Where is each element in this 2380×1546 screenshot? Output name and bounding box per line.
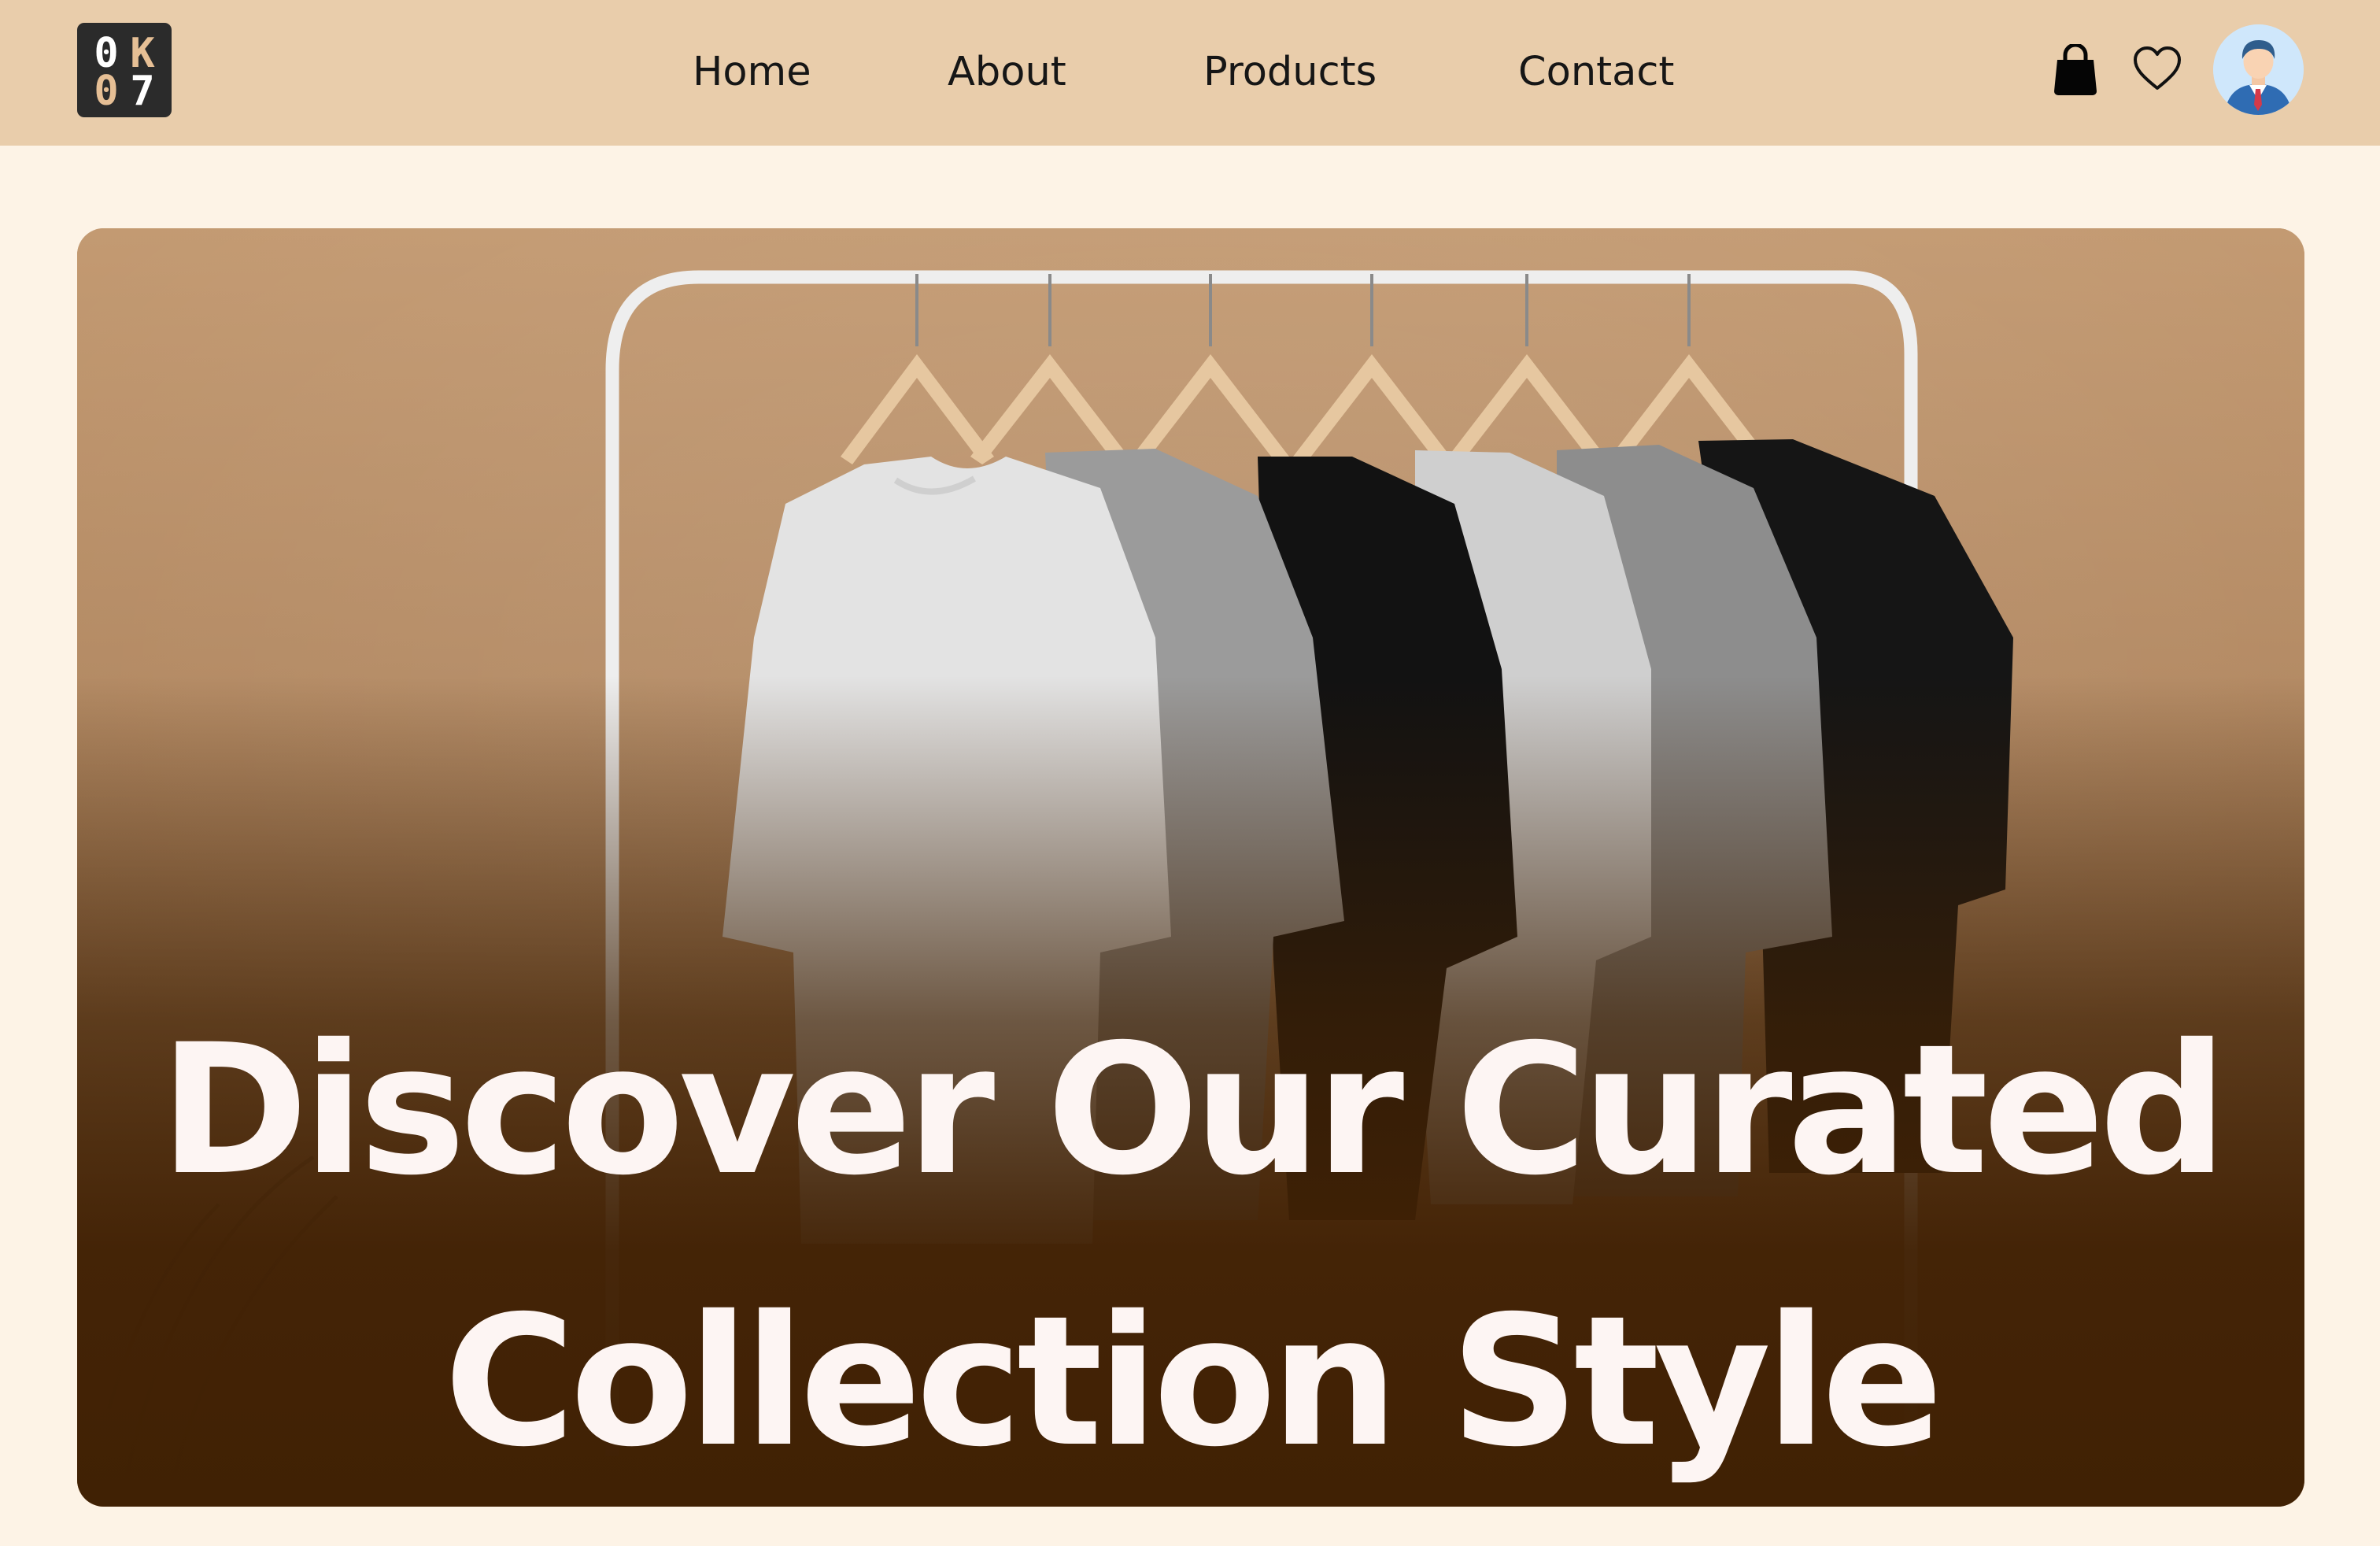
logo-char: 7 — [130, 68, 155, 115]
logo-char: K — [130, 30, 155, 77]
hero-heading-line-1: Discover Our Curated — [159, 1005, 2228, 1215]
hero-banner: Discover Our Curated Collection Style — [77, 228, 2304, 1507]
top-navigation-bar: 0 K 0 7 Home About Products Contact — [0, 0, 2380, 146]
user-avatar[interactable] — [2213, 24, 2304, 115]
nav-link-home[interactable]: Home — [693, 41, 830, 104]
nav-link-products[interactable]: Products — [1203, 41, 1392, 104]
logo-char: 0 — [94, 68, 119, 115]
nav-link-contact[interactable]: Contact — [1518, 41, 1691, 104]
nav-link-about[interactable]: About — [948, 41, 1081, 104]
shopping-bag-icon[interactable] — [2051, 43, 2100, 96]
logo-char: 0 — [94, 30, 119, 77]
brand-logo[interactable]: 0 K 0 7 — [77, 23, 172, 117]
hero-heading-line-2: Collection Style — [443, 1277, 1943, 1486]
heart-icon[interactable] — [2132, 44, 2182, 94]
